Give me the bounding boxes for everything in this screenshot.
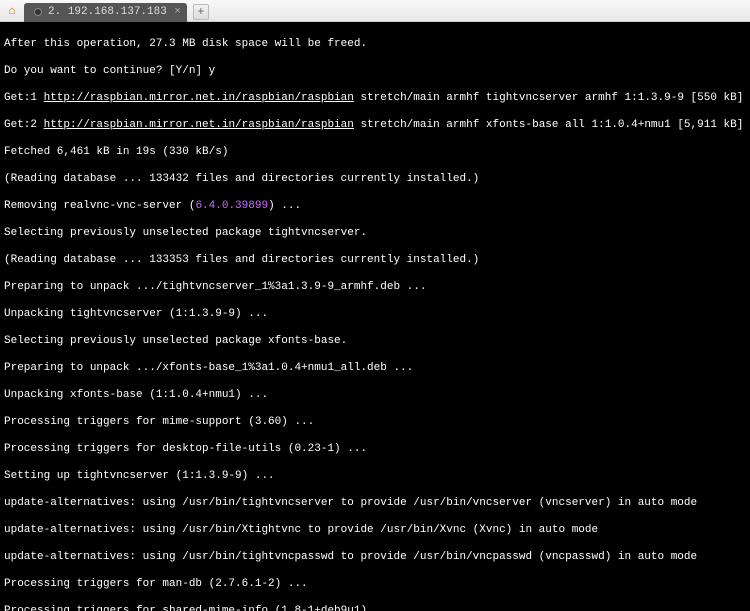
output-line: Processing triggers for shared-mime-info… [4, 605, 746, 611]
output-line: (Reading database ... 133353 files and d… [4, 254, 746, 268]
add-tab-button[interactable]: + [193, 4, 209, 20]
output-line: Removing realvnc-vnc-server (6.4.0.39899… [4, 200, 746, 214]
output-line: Fetched 6,461 kB in 19s (330 kB/s) [4, 146, 746, 160]
text: Removing realvnc-vnc-server ( [4, 200, 195, 212]
terminal-output[interactable]: After this operation, 27.3 MB disk space… [0, 22, 750, 611]
output-line: Processing triggers for mime-support (3.… [4, 416, 746, 430]
text: Get:2 [4, 119, 44, 131]
output-line: Processing triggers for desktop-file-uti… [4, 443, 746, 457]
output-line: Get:2 http://raspbian.mirror.net.in/rasp… [4, 119, 746, 133]
output-line: Do you want to continue? [Y/n] y [4, 65, 746, 79]
output-line: Preparing to unpack .../tightvncserver_1… [4, 281, 746, 295]
output-line: Unpacking xfonts-base (1:1.0.4+nmu1) ... [4, 389, 746, 403]
text: stretch/main armhf tightvncserver armhf … [354, 92, 743, 104]
output-line: Preparing to unpack .../xfonts-base_1%3a… [4, 362, 746, 376]
output-line: After this operation, 27.3 MB disk space… [4, 38, 746, 52]
version-text: 6.4.0.39899 [195, 200, 268, 212]
output-line: update-alternatives: using /usr/bin/tigh… [4, 497, 746, 511]
url-link: http://raspbian.mirror.net.in/raspbian/r… [44, 119, 354, 131]
output-line: Selecting previously unselected package … [4, 335, 746, 349]
output-line: Get:1 http://raspbian.mirror.net.in/rasp… [4, 92, 746, 106]
output-line: Processing triggers for man-db (2.7.6.1-… [4, 578, 746, 592]
output-line: Unpacking tightvncserver (1:1.3.9-9) ... [4, 308, 746, 322]
output-line: update-alternatives: using /usr/bin/tigh… [4, 551, 746, 565]
text: stretch/main armhf xfonts-base all 1:1.0… [354, 119, 743, 131]
output-line: update-alternatives: using /usr/bin/Xtig… [4, 524, 746, 538]
output-line: Setting up tightvncserver (1:1.3.9-9) ..… [4, 470, 746, 484]
output-line: (Reading database ... 133432 files and d… [4, 173, 746, 187]
url-link: http://raspbian.mirror.net.in/raspbian/r… [44, 92, 354, 104]
tab-title: 2. 192.168.137.183 [48, 6, 167, 18]
home-icon[interactable]: ⌂ [4, 3, 20, 19]
close-icon[interactable]: × [174, 6, 181, 18]
text: ) ... [268, 200, 301, 212]
terminal-tab[interactable]: 2. 192.168.137.183 × [24, 3, 187, 22]
window-titlebar: ⌂ 2. 192.168.137.183 × + [0, 0, 750, 22]
text: Get:1 [4, 92, 44, 104]
output-line: Selecting previously unselected package … [4, 227, 746, 241]
tab-status-icon [34, 8, 42, 16]
